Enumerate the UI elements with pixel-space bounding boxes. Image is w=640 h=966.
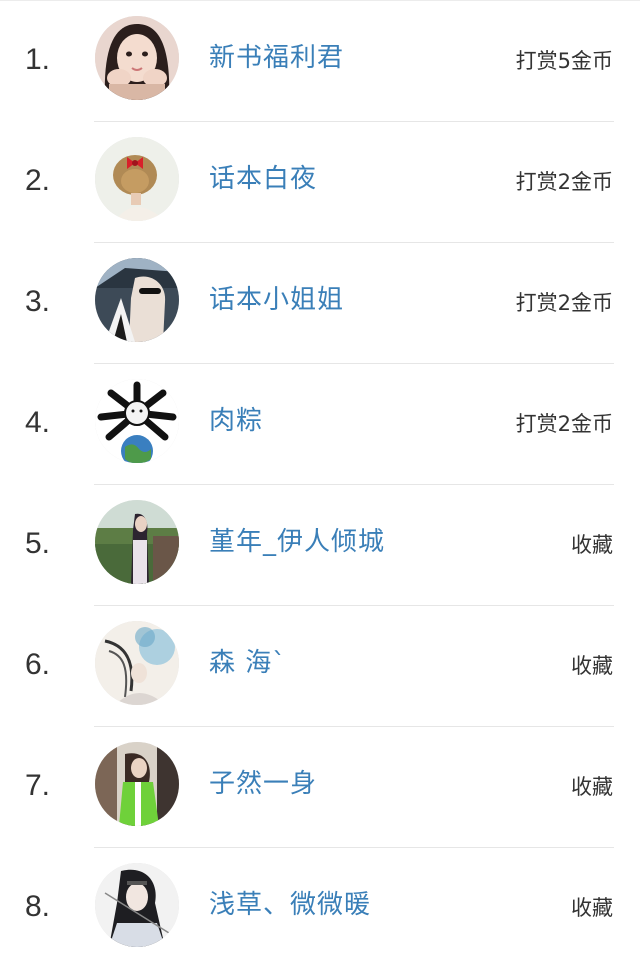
list-item[interactable]: 1. 新书福利君 打赏5金币 [0,1,640,122]
sunglasses-car-avatar[interactable] [95,258,179,342]
rank-number: 5. [25,527,51,560]
list-item[interactable]: 6. 森 海ˋ 收藏 [0,606,640,727]
user-name-link[interactable]: 肉粽 [209,400,263,437]
rank-number: 1. [25,43,51,76]
user-name-link[interactable]: 话本小姐姐 [209,279,344,316]
user-name-link[interactable]: 新书福利君 [209,37,344,74]
user-name-link[interactable]: 浅草、微微暖 [209,884,371,921]
user-name-link[interactable]: 堇年_伊人倾城 [209,521,385,558]
green-coat-avatar[interactable] [95,742,179,826]
list-item[interactable]: 5. 堇年_伊人倾城 收藏 [0,485,640,606]
rank-number: 2. [25,164,51,197]
user-name-link[interactable]: 话本白夜 [209,158,317,195]
rank-number: 6. [25,648,51,681]
action-label: 收藏 [571,775,613,799]
cartoon-earth-avatar[interactable] [95,379,179,463]
action-label: 收藏 [571,533,613,557]
list-item[interactable]: 4. 肉粽 打赏2金币 [0,364,640,485]
rank-number: 4. [25,406,51,439]
ranking-list: 1. 新书福利君 打赏5金币 2. 话本白夜 打赏2金币 3. 话本小姐姐 打赏… [0,0,640,966]
rank-number: 3. [25,285,51,318]
action-label: 收藏 [571,896,613,920]
girl-hands-avatar[interactable] [95,16,179,100]
action-label: 打赏2金币 [515,291,613,315]
action-label: 打赏2金币 [515,170,613,194]
ink-painting-avatar[interactable] [95,621,179,705]
list-item[interactable]: 7. 子然一身 收藏 [0,727,640,848]
action-label: 打赏2金币 [515,412,613,436]
user-name-link[interactable]: 子然一身 [209,763,317,800]
action-label: 打赏5金币 [515,49,613,73]
rank-number: 7. [25,769,51,802]
hair-bow-avatar[interactable] [95,137,179,221]
list-item[interactable]: 8. 浅草、微微暖 收藏 [0,848,640,966]
anime-swordsman-avatar[interactable] [95,863,179,947]
girl-field-avatar[interactable] [95,500,179,584]
action-label: 收藏 [571,654,613,678]
user-name-link[interactable]: 森 海ˋ [209,642,286,679]
list-item[interactable]: 3. 话本小姐姐 打赏2金币 [0,243,640,364]
list-item[interactable]: 2. 话本白夜 打赏2金币 [0,122,640,243]
rank-number: 8. [25,890,51,923]
